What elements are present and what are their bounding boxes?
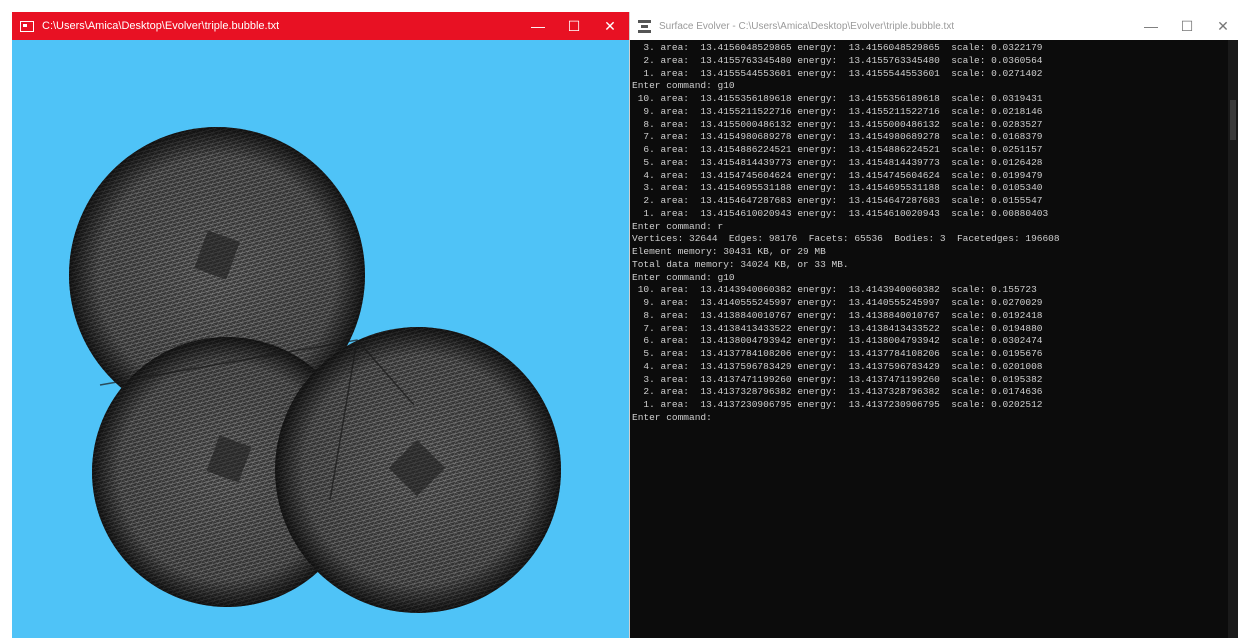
console-window-title: Surface Evolver - C:\Users\Amica\Desktop… — [659, 20, 955, 32]
console-line: 6. area: 13.4138004793942 energy: 13.413… — [632, 335, 1043, 347]
console-window[interactable]: Surface Evolver - C:\Users\Amica\Desktop… — [629, 12, 1238, 638]
graphics-close-button[interactable]: ✕ — [592, 12, 628, 40]
console-line: Enter command: — [632, 411, 718, 423]
console-line: Enter command: g10 — [632, 80, 735, 92]
bubble-right — [275, 327, 561, 613]
console-line: 6. area: 13.4154886224521 energy: 13.415… — [632, 144, 1043, 155]
console-line: Enter command: r — [632, 220, 724, 232]
console-line: 1. area: 13.4154610020943 energy: 13.415… — [632, 207, 1049, 219]
console-line: 1. area: 13.4137230906795 energy: 13.413… — [632, 399, 1043, 410]
console-close-button[interactable]: ✕ — [1205, 12, 1238, 40]
console-line: 3. area: 13.4154695531188 energy: 13.415… — [632, 182, 1043, 194]
console-line: Total data memory: 34024 KB, or 33 MB. — [632, 258, 849, 270]
hourglass-icon — [638, 19, 651, 33]
graphics-minimize-button[interactable]: — — [520, 12, 556, 40]
console-minimize-button[interactable]: — — [1133, 12, 1169, 40]
console-line: 5. area: 13.4137784108206 energy: 13.413… — [632, 348, 1043, 359]
console-titlebar[interactable]: Surface Evolver - C:\Users\Amica\Desktop… — [630, 12, 1238, 40]
console-line: Vertices: 32644 Edges: 98176 Facets: 655… — [632, 233, 1060, 245]
console-line: 4. area: 13.4137596783429 energy: 13.413… — [632, 360, 1043, 372]
console-line: 8. area: 13.4155000486132 energy: 13.415… — [632, 118, 1043, 130]
console-line: 9. area: 13.4155211522716 energy: 13.415… — [632, 105, 1043, 117]
console-line: 10. area: 13.4143940060382 energy: 13.41… — [632, 284, 1037, 296]
console-line: 8. area: 13.4138840010767 energy: 13.413… — [632, 309, 1043, 321]
console-line: 2. area: 13.4137328796382 energy: 13.413… — [632, 386, 1043, 398]
console-line: 10. area: 13.4155356189618 energy: 13.41… — [632, 93, 1043, 104]
console-maximize-button[interactable]: ☐ — [1169, 12, 1205, 40]
graphics-titlebar[interactable]: C:\Users\Amica\Desktop\Evolver\triple.bu… — [12, 12, 629, 40]
console-line: 3. area: 13.4156048529865 energy: 13.415… — [632, 42, 1043, 53]
console-output[interactable]: 3. area: 13.4156048529865 energy: 13.415… — [632, 42, 1228, 632]
console-line: 5. area: 13.4154814439773 energy: 13.415… — [632, 156, 1043, 168]
console-scrollbar-thumb[interactable] — [1230, 100, 1236, 140]
console-line: 4. area: 13.4154745604624 energy: 13.415… — [632, 169, 1043, 181]
console-line: 2. area: 13.4155763345480 energy: 13.415… — [632, 54, 1043, 66]
graphics-maximize-button[interactable]: ☐ — [556, 12, 592, 40]
console-line: 1. area: 13.4155544553601 energy: 13.415… — [632, 67, 1043, 79]
console-line: Enter command: g10 — [632, 271, 735, 283]
console-line: 2. area: 13.4154647287683 energy: 13.415… — [632, 195, 1043, 206]
console-line: 9. area: 13.4140555245997 energy: 13.414… — [632, 297, 1043, 308]
graphics-window-title: C:\Users\Amica\Desktop\Evolver\triple.bu… — [42, 20, 280, 32]
bubble-render-canvas[interactable] — [12, 40, 629, 638]
graphics-window[interactable]: C:\Users\Amica\Desktop\Evolver\triple.bu… — [12, 12, 629, 638]
console-scrollbar[interactable] — [1228, 40, 1238, 638]
console-line: Element memory: 30431 KB, or 29 MB — [632, 246, 826, 257]
console-line: 7. area: 13.4138413433522 energy: 13.413… — [632, 322, 1043, 334]
console-line: 3. area: 13.4137471199260 energy: 13.413… — [632, 373, 1043, 385]
graphics-app-icon — [20, 20, 34, 32]
console-line: 7. area: 13.4154980689278 energy: 13.415… — [632, 131, 1043, 143]
